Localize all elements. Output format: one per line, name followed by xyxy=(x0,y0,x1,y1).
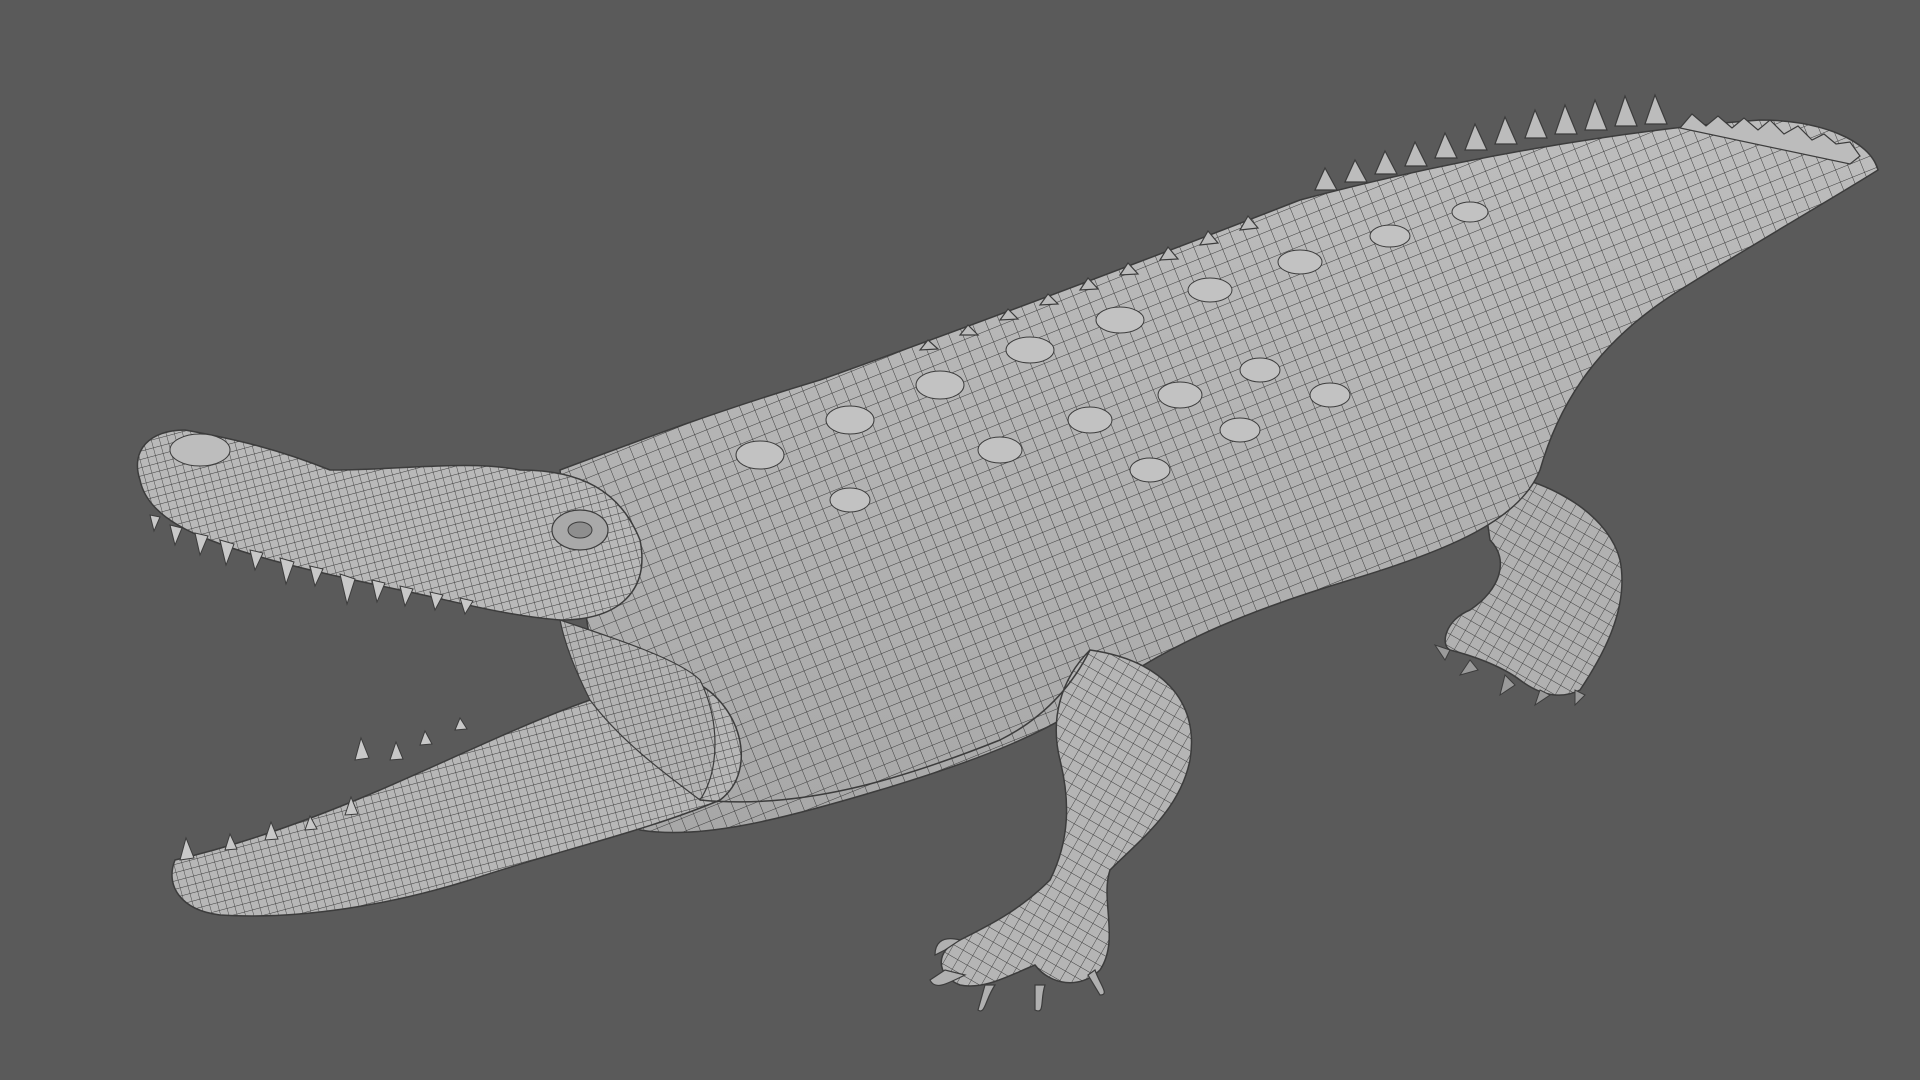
crocodile-head-upper-jaw[interactable] xyxy=(136,429,643,621)
nostril-bump xyxy=(169,433,231,467)
viewport-canvas[interactable] xyxy=(0,0,1920,1080)
eye-pupil xyxy=(567,521,593,539)
crocodile-body[interactable] xyxy=(559,119,1879,834)
3d-viewport[interactable] xyxy=(0,0,1920,1080)
